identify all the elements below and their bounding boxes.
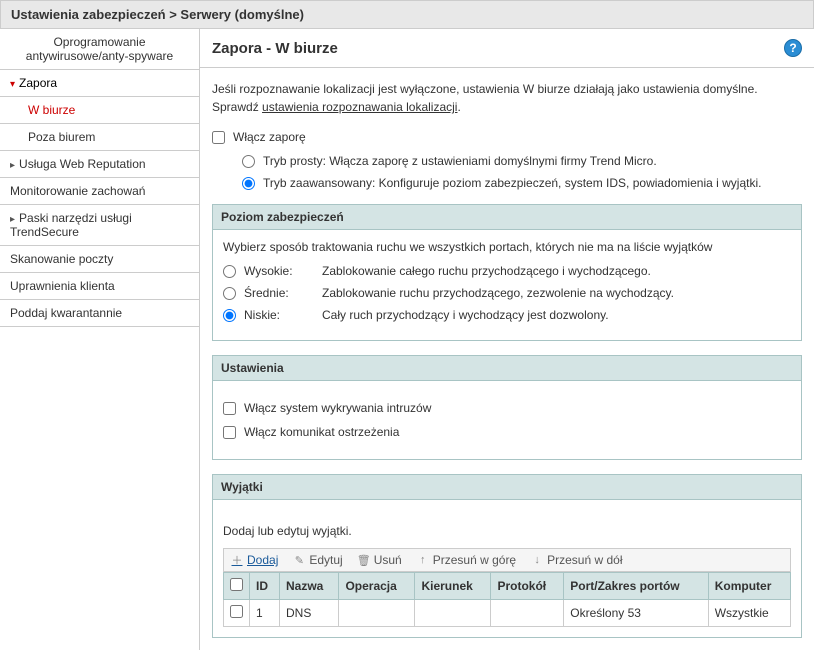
page-title: Zapora - W biurze	[212, 40, 338, 57]
move-up-button[interactable]: ↑ Przesuń w górę	[416, 553, 516, 567]
sidebar-item-antivirus[interactable]: Oprogramowanie antywirusowe/anty-spyware	[0, 29, 199, 70]
exceptions-table: ID Nazwa Operacja Kierunek Protokół Port…	[223, 572, 791, 627]
exceptions-section: Wyjątki Dodaj lub edytuj wyjątki. ＋ Doda…	[212, 474, 802, 638]
mode-advanced-label: Tryb zaawansowany: Konfiguruje poziom za…	[263, 176, 761, 190]
security-level-desc: Wybierz sposób traktowania ruchu we wszy…	[223, 240, 791, 254]
move-down-button[interactable]: ↓ Przesuń w dół	[530, 553, 622, 567]
enable-firewall-checkbox[interactable]	[212, 131, 225, 144]
sidebar-item-label: Zapora	[19, 76, 57, 90]
delete-label: Usuń	[374, 553, 402, 567]
help-icon[interactable]: ?	[784, 39, 802, 57]
cell-operation	[339, 600, 415, 627]
intro-line2-suffix: .	[457, 100, 460, 114]
col-id: ID	[250, 573, 280, 600]
security-high-desc: Zablokowanie całego ruchu przychodzącego…	[322, 264, 651, 278]
security-high-label: Wysokie:	[244, 264, 314, 278]
breadcrumb: Ustawienia zabezpieczeń > Serwery (domyś…	[0, 0, 814, 29]
col-computer: Komputer	[708, 573, 790, 600]
intro-line1: Jeśli rozpoznawanie lokalizacji jest wył…	[212, 82, 758, 96]
arrow-up-icon: ↑	[416, 553, 430, 567]
table-header-row: ID Nazwa Operacja Kierunek Protokół Port…	[224, 573, 791, 600]
col-port: Port/Zakres portów	[564, 573, 708, 600]
table-row[interactable]: 1 DNS Określony 53 Wszystkie	[224, 600, 791, 627]
security-low-radio[interactable]	[223, 309, 236, 322]
sidebar-item-firewall[interactable]: Zapora	[0, 70, 199, 97]
warning-label: Włącz komunikat ostrzeżenia	[244, 425, 399, 439]
cell-protocol	[491, 600, 564, 627]
sidebar-item-quarantine[interactable]: Poddaj kwarantannie	[0, 300, 199, 327]
select-all-checkbox[interactable]	[230, 578, 243, 591]
move-down-label: Przesuń w dół	[547, 553, 622, 567]
edit-label: Edytuj	[309, 553, 342, 567]
sidebar: Oprogramowanie antywirusowe/anty-spyware…	[0, 29, 200, 650]
main-panel: Zapora - W biurze ? Jeśli rozpoznawanie …	[200, 29, 814, 650]
sidebar-item-trendsecure[interactable]: Paski narzędzi usługi TrendSecure	[0, 205, 199, 246]
security-low-desc: Cały ruch przychodzący i wychodzący jest…	[322, 308, 609, 322]
cell-computer: Wszystkie	[708, 600, 790, 627]
exceptions-intro: Dodaj lub edytuj wyjątki.	[223, 524, 791, 538]
col-protocol: Protokół	[491, 573, 564, 600]
ids-label: Włącz system wykrywania intruzów	[244, 401, 431, 415]
security-high-radio[interactable]	[223, 265, 236, 278]
cell-id: 1	[250, 600, 280, 627]
security-medium-desc: Zablokowanie ruchu przychodzącego, zezwo…	[322, 286, 674, 300]
settings-section: Ustawienia Włącz system wykrywania intru…	[212, 355, 802, 460]
add-button[interactable]: ＋ Dodaj	[230, 553, 278, 567]
col-name: Nazwa	[280, 573, 339, 600]
sidebar-item-client-perms[interactable]: Uprawnienia klienta	[0, 273, 199, 300]
sidebar-item-label: Usługa Web Reputation	[19, 157, 146, 171]
cell-direction	[415, 600, 491, 627]
sidebar-item-behavior-monitor[interactable]: Monitorowanie zachowań	[0, 178, 199, 205]
edit-button[interactable]: ✎ Edytuj	[292, 553, 342, 567]
warning-checkbox[interactable]	[223, 426, 236, 439]
plus-icon: ＋	[230, 553, 244, 567]
col-operation: Operacja	[339, 573, 415, 600]
row-checkbox[interactable]	[230, 605, 243, 618]
exceptions-header: Wyjątki	[213, 475, 801, 500]
cell-name: DNS	[280, 600, 339, 627]
sidebar-item-out-of-office[interactable]: Poza biurem	[0, 124, 199, 151]
delete-button[interactable]: 🗑 Usuń	[357, 553, 402, 567]
security-low-label: Niskie:	[244, 308, 314, 322]
security-medium-radio[interactable]	[223, 287, 236, 300]
mode-simple-label: Tryb prosty: Włącza zaporę z ustawieniam…	[263, 154, 657, 168]
move-up-label: Przesuń w górę	[433, 553, 516, 567]
arrow-down-icon: ↓	[530, 553, 544, 567]
pencil-icon: ✎	[292, 553, 306, 567]
security-medium-label: Średnie:	[244, 286, 314, 300]
mode-advanced-radio[interactable]	[242, 177, 255, 190]
trash-icon: 🗑	[357, 553, 371, 567]
intro-text: Jeśli rozpoznawanie lokalizacji jest wył…	[212, 80, 802, 116]
security-level-header: Poziom zabezpieczeń	[213, 205, 801, 230]
ids-checkbox[interactable]	[223, 402, 236, 415]
sidebar-item-in-office[interactable]: W biurze	[0, 97, 199, 124]
cell-port: Określony 53	[564, 600, 708, 627]
exceptions-toolbar: ＋ Dodaj ✎ Edytuj 🗑 Usuń ↑	[223, 548, 791, 572]
settings-header: Ustawienia	[213, 356, 801, 381]
intro-line2-prefix: Sprawdź	[212, 100, 262, 114]
sidebar-item-label: Paski narzędzi usługi TrendSecure	[10, 211, 132, 239]
sidebar-item-web-reputation[interactable]: Usługa Web Reputation	[0, 151, 199, 178]
sidebar-item-mail-scan[interactable]: Skanowanie poczty	[0, 246, 199, 273]
enable-firewall-label: Włącz zaporę	[233, 130, 306, 144]
col-direction: Kierunek	[415, 573, 491, 600]
add-label: Dodaj	[247, 553, 278, 567]
security-level-section: Poziom zabezpieczeń Wybierz sposób trakt…	[212, 204, 802, 341]
location-settings-link[interactable]: ustawienia rozpoznawania lokalizacji	[262, 100, 457, 114]
mode-simple-radio[interactable]	[242, 155, 255, 168]
